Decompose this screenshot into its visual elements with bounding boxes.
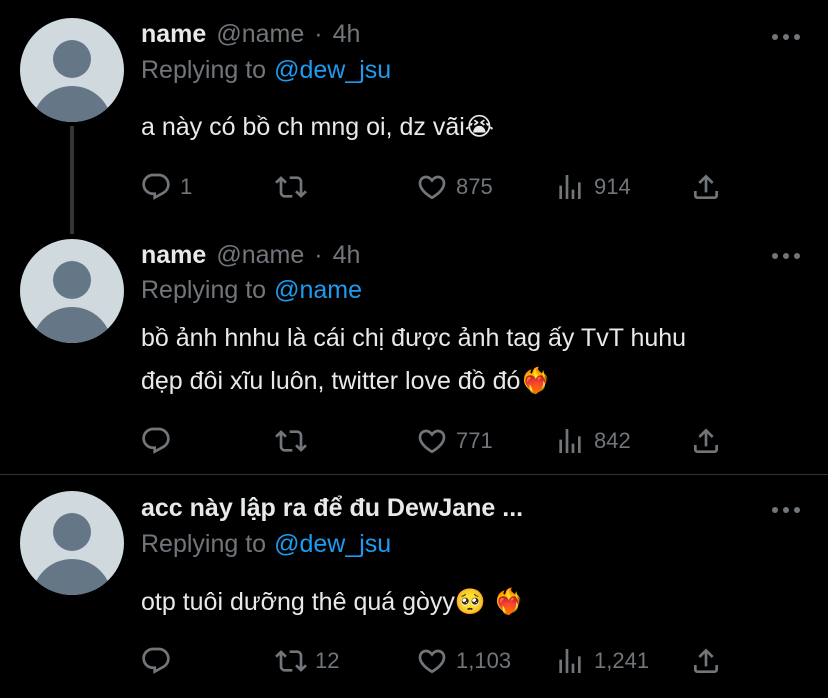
heart-icon: [418, 175, 446, 200]
retweet-icon: [275, 176, 307, 198]
action-bar: 12 1,103 1,241: [140, 644, 740, 678]
reply-icon: [142, 647, 170, 674]
retweet-button[interactable]: 12: [275, 644, 339, 678]
replying-to: Replying to @dew_jsu: [141, 530, 391, 559]
share-icon: [694, 648, 718, 673]
user-handle[interactable]: @name: [216, 20, 304, 49]
like-count: 875: [456, 174, 493, 199]
views-button[interactable]: 1,241: [554, 644, 649, 678]
replying-to: Replying to @name: [141, 276, 362, 305]
heart-icon: [418, 429, 446, 454]
tweet[interactable]: acc này lập ra để đu DewJane ... Replyin…: [0, 475, 828, 698]
action-bar: 1 875 914: [140, 170, 740, 204]
views-icon: [559, 175, 581, 199]
tweet-text-line: bồ ảnh hnhu là cái chị được ảnh tag ấy T…: [141, 324, 687, 352]
share-icon: [694, 428, 718, 453]
tweet-text: otp tuôi dưỡng thê quá gòyy🥺 ❤️‍🔥: [141, 581, 524, 624]
reply-button[interactable]: [140, 424, 180, 458]
share-button[interactable]: [690, 424, 722, 458]
tweet[interactable]: name @name · 4h Replying to @name bồ ảnh …: [0, 237, 828, 474]
display-name[interactable]: acc này lập ra để đu DewJane ...: [141, 494, 523, 523]
display-name[interactable]: name: [141, 241, 206, 270]
separator-dot: ·: [314, 241, 323, 269]
reply-icon: [142, 427, 170, 454]
views-icon: [559, 429, 581, 453]
timestamp[interactable]: 4h: [333, 241, 361, 270]
views-count: 1,241: [594, 648, 650, 673]
reply-button[interactable]: 1: [140, 170, 192, 204]
tweet-text-line: otp tuôi dưỡng thê quá gòyy🥺 ❤️‍🔥: [141, 588, 525, 616]
views-icon: [559, 649, 581, 673]
replying-prefix: Replying to: [141, 530, 267, 558]
tweet[interactable]: name @name · 4h Replying to @dew_jsu a nà…: [0, 0, 828, 237]
tweet-text: bồ ảnh hnhu là cái chị được ảnh tag ấy T…: [141, 317, 686, 403]
retweet-button[interactable]: [275, 170, 315, 204]
more-icon[interactable]: [772, 506, 800, 514]
tweet-header: name @name · 4h: [141, 20, 360, 49]
heart-icon: [418, 649, 446, 674]
replying-prefix: Replying to: [141, 56, 267, 84]
mention-link[interactable]: @dew_jsu: [274, 56, 391, 84]
display-name[interactable]: name: [141, 20, 206, 49]
more-icon[interactable]: [772, 33, 800, 41]
replying-to: Replying to @dew_jsu: [141, 56, 391, 85]
tweet-header: name @name · 4h: [141, 241, 360, 270]
reply-button[interactable]: [140, 644, 180, 678]
share-icon: [694, 174, 718, 199]
action-bar: 771 842: [140, 424, 740, 458]
like-count: 1,103: [456, 648, 512, 673]
separator-dot: ·: [314, 20, 323, 48]
retweet-count: 12: [315, 648, 340, 673]
views-count: 842: [594, 428, 631, 453]
share-button[interactable]: [690, 170, 722, 204]
reply-icon: [142, 173, 170, 200]
tweet-text-line: đẹp đôi xĩu luôn, twitter love đồ đó❤️‍🔥: [141, 367, 552, 395]
views-count: 914: [594, 174, 631, 199]
thread-line: [70, 126, 74, 234]
retweet-button[interactable]: [275, 424, 315, 458]
mention-link[interactable]: @dew_jsu: [274, 530, 391, 558]
reply-count: 1: [180, 174, 193, 199]
share-button[interactable]: [690, 644, 722, 678]
like-button[interactable]: 771: [416, 424, 493, 458]
user-handle[interactable]: @name: [216, 241, 304, 270]
avatar[interactable]: [20, 18, 124, 122]
tweet-text: a này có bồ ch mng oi, dz vãi😭: [141, 106, 494, 149]
retweet-icon: [275, 430, 307, 452]
more-icon[interactable]: [772, 252, 800, 260]
replying-prefix: Replying to: [141, 276, 267, 304]
avatar[interactable]: [20, 491, 124, 595]
tweet-text-line: a này có bồ ch mng oi, dz vãi😭: [141, 113, 495, 141]
views-button[interactable]: 914: [554, 170, 631, 204]
like-button[interactable]: 1,103: [416, 644, 511, 678]
timestamp[interactable]: 4h: [333, 20, 361, 49]
retweet-icon: [275, 650, 307, 672]
views-button[interactable]: 842: [554, 424, 631, 458]
mention-link[interactable]: @name: [274, 276, 362, 304]
like-count: 771: [456, 428, 493, 453]
tweet-header: acc này lập ra để đu DewJane ...: [141, 494, 523, 523]
avatar[interactable]: [20, 239, 124, 343]
like-button[interactable]: 875: [416, 170, 493, 204]
